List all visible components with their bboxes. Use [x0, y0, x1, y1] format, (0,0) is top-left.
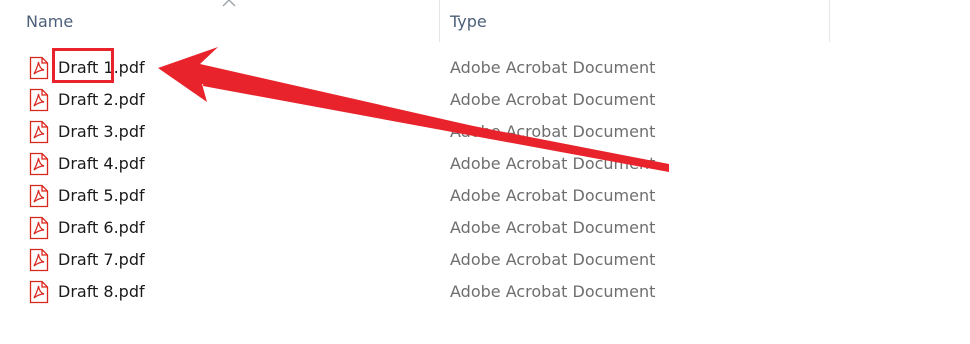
- pdf-file-icon: [29, 152, 49, 176]
- file-type: Adobe Acrobat Document: [450, 154, 656, 173]
- file-type: Adobe Acrobat Document: [450, 122, 656, 141]
- file-name[interactable]: Draft 1.pdf: [58, 56, 145, 80]
- column-header-type-label: Type: [450, 11, 487, 31]
- file-row[interactable]: Draft 3.pdf Adobe Acrobat Document: [0, 116, 970, 148]
- file-explorer-view: Name Type Draft 1.pdf Adobe Acrobat Docu…: [0, 0, 970, 344]
- file-name[interactable]: Draft 4.pdf: [58, 152, 145, 176]
- file-name[interactable]: Draft 7.pdf: [58, 248, 145, 272]
- file-type: Adobe Acrobat Document: [450, 250, 656, 269]
- file-row[interactable]: Draft 7.pdf Adobe Acrobat Document: [0, 244, 970, 276]
- file-row[interactable]: Draft 5.pdf Adobe Acrobat Document: [0, 180, 970, 212]
- file-name[interactable]: Draft 5.pdf: [58, 184, 145, 208]
- file-type: Adobe Acrobat Document: [450, 58, 656, 77]
- file-row[interactable]: Draft 8.pdf Adobe Acrobat Document: [0, 276, 970, 308]
- pdf-file-icon: [29, 120, 49, 144]
- pdf-file-icon: [29, 280, 49, 304]
- pdf-file-icon: [29, 184, 49, 208]
- file-name[interactable]: Draft 2.pdf: [58, 88, 145, 112]
- file-name[interactable]: Draft 3.pdf: [58, 120, 145, 144]
- pdf-file-icon: [29, 88, 49, 112]
- file-row[interactable]: Draft 4.pdf Adobe Acrobat Document: [0, 148, 970, 180]
- column-divider[interactable]: [829, 0, 830, 42]
- pdf-file-icon: [29, 248, 49, 272]
- file-type: Adobe Acrobat Document: [450, 282, 656, 301]
- pdf-file-icon: [29, 216, 49, 240]
- file-row[interactable]: Draft 6.pdf Adobe Acrobat Document: [0, 212, 970, 244]
- column-header-row: Name Type: [0, 0, 970, 42]
- file-type: Adobe Acrobat Document: [450, 218, 656, 237]
- column-header-name-label: Name: [26, 11, 74, 31]
- file-type: Adobe Acrobat Document: [450, 90, 656, 109]
- file-type: Adobe Acrobat Document: [450, 186, 656, 205]
- chevron-up-icon: [222, 0, 236, 7]
- file-row[interactable]: Draft 1.pdf Adobe Acrobat Document: [0, 52, 970, 84]
- file-name[interactable]: Draft 6.pdf: [58, 216, 145, 240]
- pdf-file-icon: [29, 56, 49, 80]
- column-divider[interactable]: [439, 0, 440, 42]
- file-row[interactable]: Draft 2.pdf Adobe Acrobat Document: [0, 84, 970, 116]
- file-name[interactable]: Draft 8.pdf: [58, 280, 145, 304]
- column-header-type[interactable]: Type: [450, 0, 830, 42]
